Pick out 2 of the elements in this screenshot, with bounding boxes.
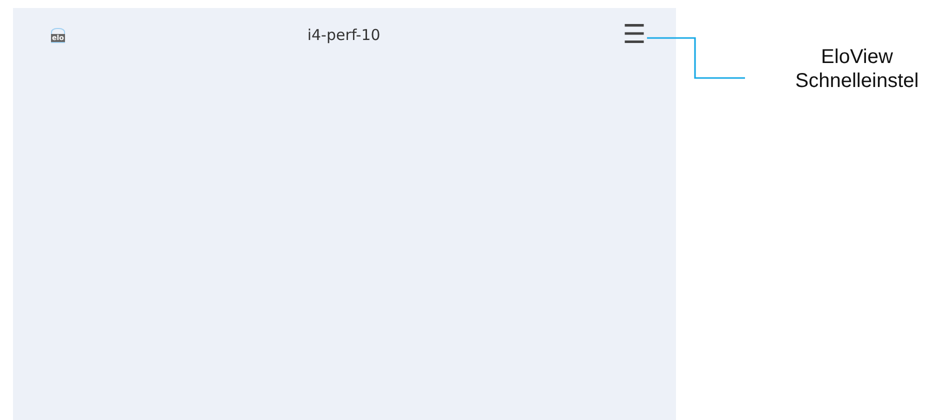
- callout-label: EloView Schnelleinstel: [794, 45, 920, 93]
- device-title: i4-perf-10: [307, 26, 380, 44]
